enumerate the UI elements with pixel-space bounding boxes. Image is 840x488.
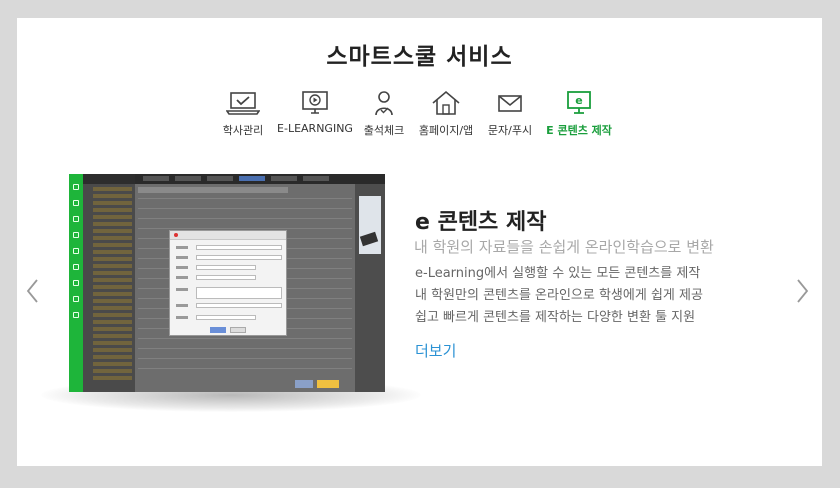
screenshot-topbar <box>135 174 385 184</box>
tab-e-content[interactable]: e E 콘텐츠 제작 <box>543 90 615 140</box>
tab-attendance[interactable]: 출석체크 <box>359 90 409 140</box>
slide-subheading: 내 학원의 자료들을 손쉽게 온라인학습으로 변환 <box>414 238 714 256</box>
person-check-icon <box>375 91 393 116</box>
tab-label: 학사관리 <box>222 124 264 137</box>
tab-elearning[interactable]: E-LEARNGING <box>277 90 353 140</box>
section-title: 스마트스쿨 서비스 <box>326 44 513 70</box>
service-tabs: 학사관리 E-LEARNGING 출석체크 홈페이지/앱 문자/푸시 e E 콘… <box>17 90 822 140</box>
description-line: e-Learning에서 실행할 수 있는 모든 콘텐츠를 제작 <box>415 266 701 281</box>
next-arrow-icon[interactable] <box>792 276 812 306</box>
svg-text:e: e <box>575 94 582 107</box>
product-screenshot <box>69 174 385 392</box>
monitor-play-icon <box>302 91 328 114</box>
envelope-icon <box>498 95 522 112</box>
tab-label: 문자/푸시 <box>487 124 533 137</box>
prev-arrow-icon[interactable] <box>23 276 43 306</box>
description-line: 쉽고 빠르게 콘텐츠를 제작하는 다양한 변환 툴 지원 <box>415 310 696 325</box>
tab-academic[interactable]: 학사관리 <box>215 90 271 140</box>
tab-homepage[interactable]: 홈페이지/앱 <box>415 90 477 140</box>
description-line: 내 학원만의 콘텐츠를 온라인으로 학생에게 쉽게 제공 <box>415 288 703 303</box>
service-card: 스마트스쿨 서비스 학사관리 E-LEARNGING 출석체크 홈페이지/앱 문… <box>17 18 822 466</box>
tab-label: E-LEARNGING <box>277 122 353 135</box>
screenshot-dialog <box>169 230 287 336</box>
laptop-check-icon <box>226 92 260 115</box>
tab-label: E 콘텐츠 제작 <box>546 124 612 137</box>
slide-description: e-Learning에서 실행할 수 있는 모든 콘텐츠를 제작 내 학원만의 … <box>415 263 703 329</box>
screenshot-ad <box>355 184 385 392</box>
more-link[interactable]: 더보기 <box>415 340 456 361</box>
slide-heading: e 콘텐츠 제작 <box>415 210 547 235</box>
tab-label: 홈페이지/앱 <box>418 124 474 137</box>
screenshot-tree <box>83 174 135 392</box>
monitor-e-icon: e <box>567 91 591 114</box>
tab-label: 출석체크 <box>363 124 405 137</box>
screenshot-sidebar <box>69 174 83 392</box>
home-icon <box>432 90 460 115</box>
tab-sms-push[interactable]: 문자/푸시 <box>483 90 537 140</box>
